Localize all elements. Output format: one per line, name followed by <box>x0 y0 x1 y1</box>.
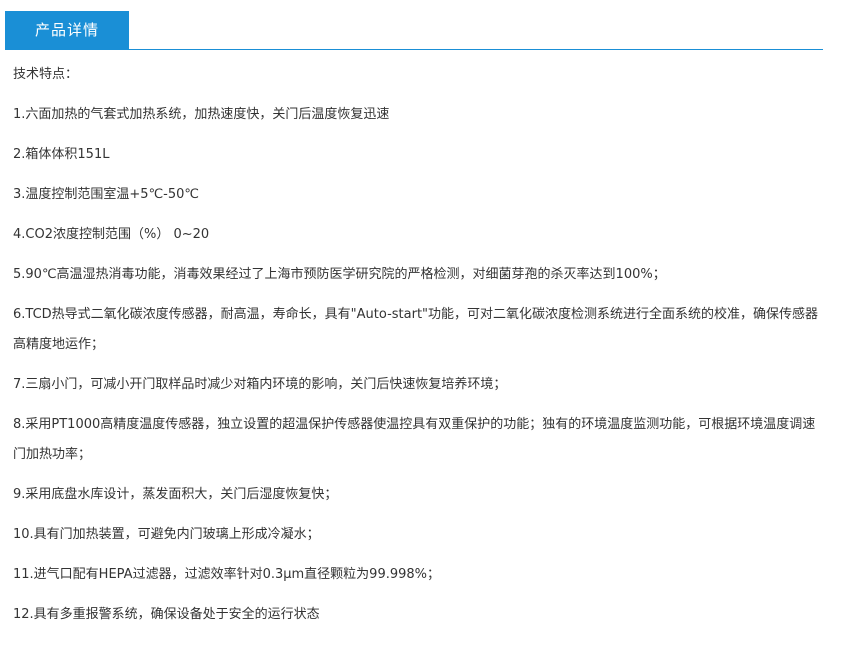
feature-item-6: 6.TCD热导式二氧化碳浓度传感器，耐高温，寿命长，具有"Auto-start"… <box>13 307 819 352</box>
tab-product-details[interactable]: 产品详情 <box>5 11 129 49</box>
feature-item-9: 9.采用底盘水库设计，蒸发面积大，关门后湿度恢复快； <box>13 487 338 502</box>
feature-item-2: 2.箱体体积151L <box>13 147 110 162</box>
feature-item-7: 7.三扇小门，可减小开门取样品时减少对箱内环境的影响，关门后快速恢复培养环境； <box>13 377 507 392</box>
feature-item-11: 11.进气口配有HEPA过滤器，过滤效率针对0.3μm直径颗粒为99.998%； <box>13 567 441 582</box>
feature-item-12: 12.具有多重报警系统，确保设备处于安全的运行状态 <box>13 607 320 622</box>
feature-item-10: 10.具有门加热装置，可避免内门玻璃上形成冷凝水； <box>13 527 320 542</box>
tab-bar: 产品详情 <box>5 11 823 50</box>
feature-item-8: 8.采用PT1000高精度温度传感器，独立设置的超温保护传感器使温控具有双重保护… <box>13 417 816 462</box>
feature-item-4: 4.CO2浓度控制范围（%） 0~20 <box>13 227 210 242</box>
features-heading: 技术特点： <box>13 67 79 82</box>
product-details-content: 技术特点： 1.六面加热的气套式加热系统，加热速度快，关门后温度恢复迅速 2.箱… <box>13 60 823 640</box>
feature-item-1: 1.六面加热的气套式加热系统，加热速度快，关门后温度恢复迅速 <box>13 107 390 122</box>
feature-item-3: 3.温度控制范围室温+5℃-50℃ <box>13 187 199 202</box>
feature-item-5: 5.90℃高温湿热消毒功能，消毒效果经过了上海市预防医学研究院的严格检测，对细菌… <box>13 267 666 282</box>
